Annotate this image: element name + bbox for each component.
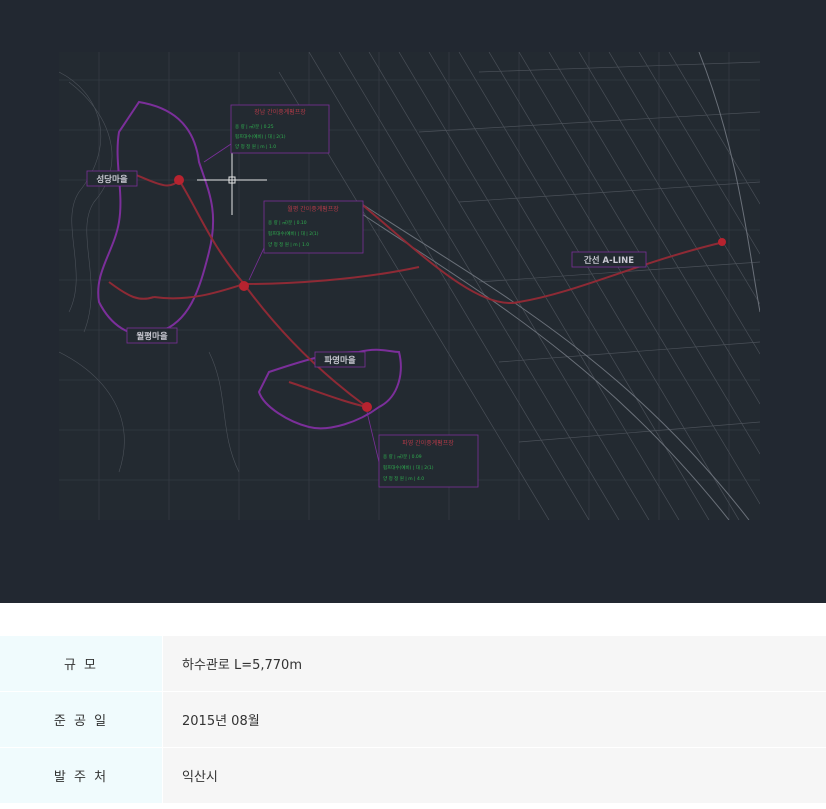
pump-table-row: 양 정 정 원 | m | 1.0 [235, 143, 276, 150]
image-viewer: 장남 간이중계펌프장 용 량 | ㎥/분 | 0.25 펌프대수(예비) | 대… [0, 0, 826, 603]
table-row: 발 주 처 익산시 [0, 747, 826, 804]
pump-table-row: 양 정 정 원 | m | 1.0 [268, 241, 309, 248]
pump-table-title: 파영 간이중계펌프장 [402, 439, 454, 447]
sewer-plan-drawing: 장남 간이중계펌프장 용 량 | ㎥/분 | 0.25 펌프대수(예비) | 대… [59, 52, 760, 520]
pump-table-row: 펌프대수(예비) | 대 | 2(1) [268, 230, 319, 237]
field-parcels [278, 52, 760, 520]
cad-crosshair [197, 145, 267, 215]
terrain-contours [59, 71, 240, 473]
village-label-text: 파영마을 [324, 355, 355, 366]
mainline-label: 간선 A-LINE [571, 251, 647, 268]
cad-drawing-svg: 장남 간이중계펌프장 용 량 | ㎥/분 | 0.25 펌프대수(예비) | 대… [59, 52, 760, 520]
village-label-text: 월평마을 [136, 331, 167, 342]
pump-table-row: 용 량 | ㎥/분 | 0.09 [383, 453, 422, 460]
pump-table-2: 월평 간이중계펌프장 용 량 | ㎥/분 | 0.10 펌프대수(예비) | 대… [263, 200, 364, 254]
info-value-client: 익산시 [162, 747, 826, 804]
village-label-1: 성당마을 [86, 170, 138, 187]
table-row: 규 모 하수관로 L=5,770m [0, 636, 826, 692]
village-label-2: 월평마을 [126, 327, 178, 344]
info-value-scale: 하수관로 L=5,770m [162, 636, 826, 692]
table-row: 준 공 일 2015년 08월 [0, 691, 826, 748]
pump-station-markers [174, 175, 726, 412]
info-key-client: 발 주 처 [0, 747, 163, 804]
pump-table-row: 용 량 | ㎥/분 | 0.25 [235, 123, 274, 130]
pump-table-title: 장남 간이중계펌프장 [254, 108, 306, 116]
info-key-scale: 규 모 [0, 636, 163, 692]
pump-table-row: 펌프대수(예비) | 대 | 2(1) [383, 464, 434, 471]
pump-table-row: 펌프대수(예비) | 대 | 2(1) [235, 133, 286, 140]
pump-table-3: 파영 간이중계펌프장 용 량 | ㎥/분 | 0.09 펌프대수(예비) | 대… [378, 434, 479, 488]
village-label-3: 파영마을 [314, 351, 366, 368]
project-info-table: 규 모 하수관로 L=5,770m 준 공 일 2015년 08월 발 주 처 … [0, 636, 826, 804]
pump-table-1: 장남 간이중계펌프장 용 량 | ㎥/분 | 0.25 펌프대수(예비) | 대… [230, 104, 330, 154]
pump-table-title: 월평 간이중계펌프장 [287, 205, 339, 213]
village-label-text: 성당마을 [96, 174, 127, 185]
table-leaders [203, 143, 380, 463]
mainline-label-text: 간선 A-LINE [584, 255, 634, 266]
info-value-completion: 2015년 08월 [162, 691, 826, 748]
pump-table-row: 양 정 정 원 | m | 4.0 [383, 475, 424, 482]
info-key-completion: 준 공 일 [0, 691, 163, 748]
pump-table-row: 용 량 | ㎥/분 | 0.10 [268, 219, 307, 226]
